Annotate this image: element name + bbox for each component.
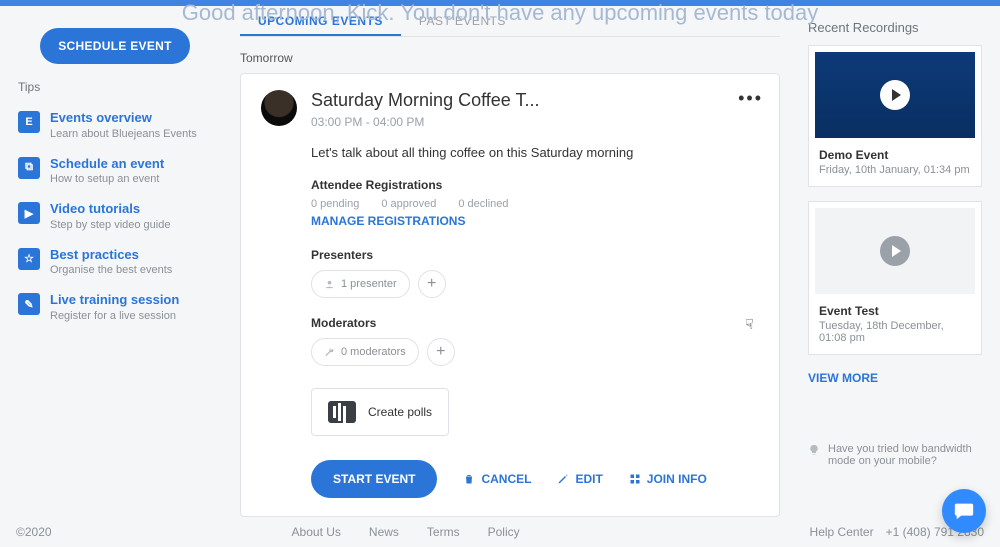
video-icon: ▶ [18, 202, 40, 224]
copyright: ©2020 [16, 525, 52, 539]
tip-title: Live training session [50, 292, 179, 308]
bandwidth-hint: Have you tried low bandwidth mode on you… [808, 443, 982, 467]
footer-link-about[interactable]: About Us [292, 525, 341, 539]
moderator-count-chip[interactable]: 0 moderators [311, 338, 419, 366]
edit-event-button[interactable]: EDIT [557, 472, 602, 486]
chat-widget-button[interactable] [942, 489, 986, 533]
recording-date: Tuesday, 18th December, 01:08 pm [819, 320, 971, 344]
chat-icon [953, 500, 975, 522]
recording-title: Event Test [819, 304, 971, 318]
play-icon [880, 236, 910, 266]
moderators-heading: Moderators [311, 316, 759, 330]
footer-link-policy[interactable]: Policy [488, 525, 520, 539]
schedule-event-button[interactable]: SCHEDULE EVENT [40, 28, 190, 64]
registrations-heading: Attendee Registrations [311, 178, 759, 192]
tab-upcoming-events[interactable]: UPCOMING EVENTS [240, 8, 401, 36]
tip-title: Events overview [50, 110, 197, 126]
event-time: 03:00 PM - 04:00 PM [311, 115, 539, 129]
pencil-icon: ✎ [18, 293, 40, 315]
event-description: Let's talk about all thing coffee on thi… [311, 145, 759, 160]
tip-subtitle: Step by step video guide [50, 219, 170, 231]
poll-icon [328, 401, 356, 423]
create-polls-button[interactable]: Create polls [311, 388, 449, 436]
tip-title: Schedule an event [50, 156, 164, 172]
event-card: Saturday Morning Coffee T... 03:00 PM - … [240, 73, 780, 517]
join-info-button[interactable]: JOIN INFO [629, 472, 707, 486]
tab-past-events[interactable]: PAST EVENTS [401, 8, 524, 36]
recording-thumbnail[interactable] [815, 52, 975, 138]
grid-icon [629, 473, 641, 485]
create-polls-label: Create polls [368, 405, 432, 419]
tips-heading: Tips [18, 80, 214, 94]
tip-subtitle: How to setup an event [50, 173, 164, 185]
sidebar: SCHEDULE EVENT Tips E Events overview Le… [0, 6, 230, 517]
registrations-pending: 0 pending [311, 198, 359, 210]
recording-date: Friday, 10th January, 01:34 pm [819, 164, 971, 176]
cancel-event-button[interactable]: CANCEL [463, 472, 531, 486]
footer-link-news[interactable]: News [369, 525, 399, 539]
registrations-approved: 0 approved [381, 198, 436, 210]
footer: ©2020 About Us News Terms Policy Help Ce… [0, 525, 1000, 539]
lightbulb-icon [808, 444, 820, 456]
registrations-declined: 0 declined [458, 198, 508, 210]
letter-e-icon: E [18, 111, 40, 133]
pencil-icon [557, 473, 569, 485]
tip-title: Best practices [50, 247, 172, 263]
star-icon: ☆ [18, 248, 40, 270]
help-center-link[interactable]: Help Center [810, 525, 874, 539]
add-moderator-button[interactable]: + [427, 338, 455, 366]
wrench-icon [324, 347, 335, 358]
recording-thumbnail[interactable] [815, 208, 975, 294]
presenter-count-chip[interactable]: 1 presenter [311, 270, 410, 298]
recent-recordings-heading: Recent Recordings [808, 20, 982, 35]
tip-subtitle: Organise the best events [50, 264, 172, 276]
tip-schedule-event[interactable]: ⧉ Schedule an event How to setup an even… [16, 148, 214, 194]
event-tabs: UPCOMING EVENTS PAST EVENTS [240, 8, 780, 37]
play-icon [880, 80, 910, 110]
tip-best-practices[interactable]: ☆ Best practices Organise the best event… [16, 239, 214, 285]
host-avatar [261, 90, 297, 126]
tip-subtitle: Learn about Bluejeans Events [50, 128, 197, 140]
trash-icon [463, 473, 475, 485]
recording-card[interactable]: Demo Event Friday, 10th January, 01:34 p… [808, 45, 982, 187]
main-content: UPCOMING EVENTS PAST EVENTS Tomorrow Sat… [230, 6, 800, 517]
presenter-count-label: 1 presenter [341, 278, 397, 290]
add-presenter-button[interactable]: + [418, 270, 446, 298]
tip-events-overview[interactable]: E Events overview Learn about Bluejeans … [16, 102, 214, 148]
section-tomorrow: Tomorrow [240, 51, 780, 65]
manage-registrations-link[interactable]: MANAGE REGISTRATIONS [311, 214, 465, 228]
tip-live-training[interactable]: ✎ Live training session Register for a l… [16, 284, 214, 330]
recent-recordings-panel: Recent Recordings Demo Event Friday, 10t… [800, 6, 1000, 517]
tip-subtitle: Register for a live session [50, 310, 179, 322]
recording-card[interactable]: Event Test Tuesday, 18th December, 01:08… [808, 201, 982, 355]
presenters-heading: Presenters [311, 248, 759, 262]
start-event-button[interactable]: START EVENT [311, 460, 437, 498]
tip-title: Video tutorials [50, 201, 170, 217]
more-options-button[interactable]: ••• [738, 88, 763, 109]
footer-link-terms[interactable]: Terms [427, 525, 460, 539]
view-more-link[interactable]: VIEW MORE [808, 371, 878, 385]
calendar-icon: ⧉ [18, 157, 40, 179]
event-title[interactable]: Saturday Morning Coffee T... [311, 90, 539, 111]
user-icon [324, 279, 335, 290]
recording-title: Demo Event [819, 148, 971, 162]
tip-video-tutorials[interactable]: ▶ Video tutorials Step by step video gui… [16, 193, 214, 239]
moderator-count-label: 0 moderators [341, 346, 406, 358]
